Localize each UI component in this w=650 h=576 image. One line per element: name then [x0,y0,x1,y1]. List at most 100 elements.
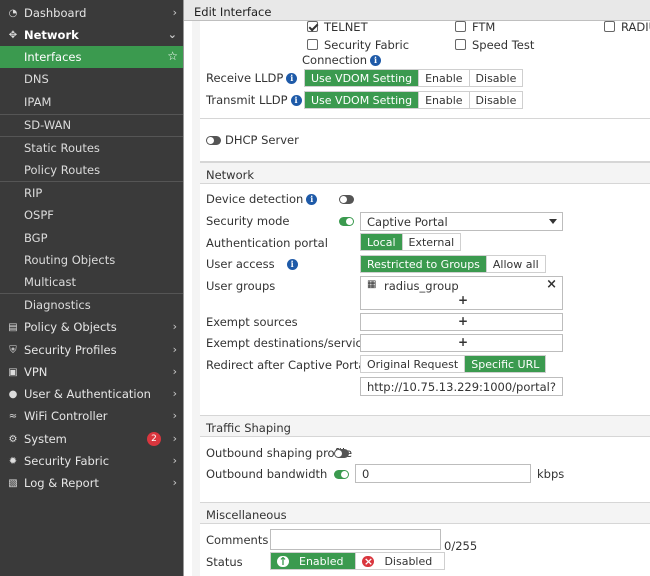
notification-badge: 2 [147,432,161,446]
sidebar-item-interfaces[interactable]: Interfaces ☆ [0,46,183,68]
sidebar-item-diagnostics[interactable]: Diagnostics [0,294,183,316]
status-label: Status [206,555,243,569]
exempt-sources-field[interactable]: + [360,313,563,331]
sidebar-item-ospf[interactable]: OSPF [0,204,183,226]
log-report-icon: ▧ [8,477,18,489]
info-icon[interactable]: i [370,54,382,66]
sidebar-item-multicast[interactable]: Multicast [0,271,183,293]
redirect-label: Redirect after Captive Portal [206,358,369,372]
info-icon[interactable]: i [286,258,298,270]
chevron-down-icon [549,219,557,224]
transmit-lldp-disable[interactable]: Disable [470,92,523,108]
dhcp-server-toggle[interactable] [206,136,221,145]
info-icon[interactable]: i [306,193,318,205]
sidebar-item-security-profiles[interactable]: ⛨ Security Profiles › [0,339,183,361]
sidebar-item-static-routes[interactable]: Static Routes [0,137,183,159]
security-mode-select[interactable]: Captive Portal [360,212,563,231]
dashboard-icon: ◔ [8,7,18,19]
sidebar-item-sd-wan[interactable]: SD-WAN [0,114,183,136]
sidebar-item-wifi-controller[interactable]: ≈ WiFi Controller › [0,405,183,427]
dialog-title: Edit Interface [184,0,650,21]
outbound-bandwidth-label: Outbound bandwidth [206,467,328,481]
ftm-checkbox[interactable] [455,21,466,32]
receive-lldp-disable[interactable]: Disable [470,70,523,86]
remove-icon[interactable]: × [546,277,557,292]
add-group-icon[interactable]: + [458,293,468,307]
transmit-lldp-label: Transmit LLDP i [206,93,302,107]
chevron-right-icon: › [172,409,177,422]
device-detection-toggle[interactable] [339,195,354,204]
dialog-body: TELNET FTM RADIU Security Fabric Connect… [192,20,650,576]
transmit-lldp-use-vdom[interactable]: Use VDOM Setting [305,92,420,108]
add-icon[interactable]: + [458,314,468,328]
outbound-shaping-profile-toggle[interactable] [334,449,349,458]
sidebar-item-routing-objects[interactable]: Routing Objects [0,249,183,271]
add-icon[interactable]: + [458,335,468,349]
radius-checkbox-row[interactable]: RADIU [604,20,650,34]
sidebar-item-vpn[interactable]: ▣ VPN › [0,361,183,383]
gear-icon: ⚙ [8,433,18,445]
chevron-right-icon: › [172,432,177,445]
network-section-header: Network [200,162,650,184]
security-mode-label: Security mode [206,214,290,228]
sidebar-item-network[interactable]: ✥ Network ⌄ [0,24,183,46]
user-access-selector: Restricted to Groups Allow all [360,255,546,273]
authentication-portal-selector: Local External [360,233,462,251]
security-mode-toggle[interactable] [339,217,354,226]
speed-test-checkbox-row[interactable]: Speed Test [455,38,534,52]
ftm-checkbox-row[interactable]: FTM [455,20,495,34]
chevron-right-icon: › [172,387,177,400]
receive-lldp-label: Receive LLDP i [206,71,298,85]
transmit-lldp-selector: Use VDOM Setting Enable Disable [304,91,524,109]
receive-lldp-selector: Use VDOM Setting Enable Disable [304,69,524,87]
sidebar-item-dashboard[interactable]: ◔ Dashboard › [0,2,183,24]
auth-portal-local[interactable]: Local [361,234,403,250]
exempt-destinations-label: Exempt destinations/services [206,336,375,350]
security-fabric-label-line2: Connection i [302,53,382,67]
sidebar-item-rip[interactable]: RIP [0,182,183,204]
sidebar: ◔ Dashboard › ✥ Network ⌄ Interfaces ☆ D… [0,0,183,576]
exempt-destinations-field[interactable]: + [360,334,563,352]
traffic-shaping-section-header: Traffic Shaping [200,415,650,437]
security-fabric-checkbox[interactable] [307,39,318,50]
sidebar-item-policy-routes[interactable]: Policy Routes [0,159,183,181]
outbound-bandwidth-toggle[interactable] [334,470,349,479]
star-icon[interactable]: ☆ [167,49,178,63]
sidebar-item-bgp[interactable]: BGP [0,227,183,249]
user-access-restricted[interactable]: Restricted to Groups [361,256,487,272]
chevron-right-icon: › [172,343,177,356]
user-groups-field[interactable]: ▦ radius_group × + [360,276,563,310]
network-icon: ✥ [8,29,18,41]
sidebar-item-dns[interactable]: DNS [0,68,183,90]
redirect-url-input[interactable]: http://10.75.13.229:1000/portal? [360,377,563,396]
sidebar-item-policy-objects[interactable]: ▤ Policy & Objects › [0,316,183,338]
outbound-bandwidth-input[interactable]: 0 [355,464,531,483]
receive-lldp-use-vdom[interactable]: Use VDOM Setting [305,70,420,86]
user-access-allow-all[interactable]: Allow all [487,256,545,272]
security-fabric-checkbox-row[interactable]: Security Fabric [307,38,409,52]
speed-test-checkbox[interactable] [455,39,466,50]
sidebar-item-log-report[interactable]: ▧ Log & Report › [0,472,183,494]
telnet-checkbox[interactable] [307,21,318,32]
comments-label: Comments [206,533,269,547]
auth-portal-external[interactable]: External [403,234,461,250]
redirect-specific-url[interactable]: Specific URL [465,356,546,372]
sidebar-item-system[interactable]: ⚙ System 2 › [0,428,183,450]
transmit-lldp-enable[interactable]: Enable [419,92,470,108]
comments-textarea[interactable] [270,529,441,550]
receive-lldp-enable[interactable]: Enable [419,70,470,86]
redirect-selector: Original Request Specific URL [360,355,547,373]
status-enabled-button[interactable]: ↑ Enabled [271,553,356,569]
redirect-original-request[interactable]: Original Request [361,356,466,372]
user-icon: ● [8,388,18,400]
sidebar-item-security-fabric[interactable]: ✹ Security Fabric › [0,450,183,472]
miscellaneous-section-header: Miscellaneous [200,502,650,524]
dhcp-server-label: DHCP Server [225,133,299,147]
info-icon[interactable]: i [290,94,302,106]
sidebar-item-ipam[interactable]: IPAM [0,91,183,113]
radius-checkbox[interactable] [604,21,615,32]
telnet-checkbox-row[interactable]: TELNET [307,20,368,34]
info-icon[interactable]: i [286,72,298,84]
sidebar-item-user-authentication[interactable]: ● User & Authentication › [0,383,183,405]
status-disabled-button[interactable]: × Disabled [355,553,445,569]
